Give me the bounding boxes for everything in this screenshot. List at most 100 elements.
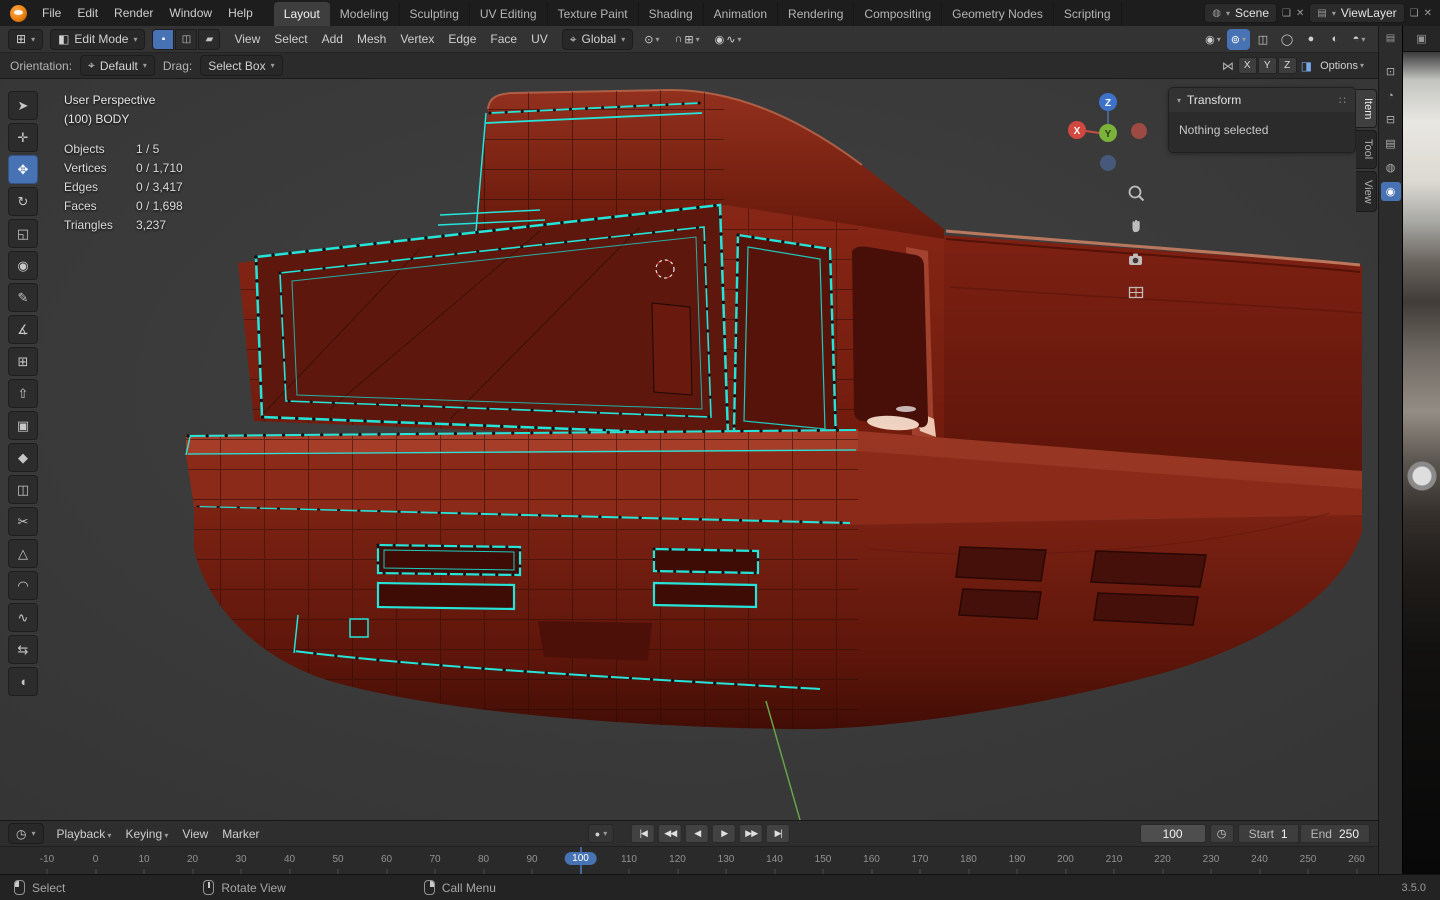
close-scene-icon[interactable]: ✕ [1296, 8, 1304, 19]
sidebar-tab-view[interactable]: View [1356, 170, 1377, 213]
timeline-menu-keying[interactable]: Keying ▾ [118, 824, 175, 844]
tool-rotate[interactable]: ↻ [8, 187, 38, 216]
gizmo-neg-z-axis[interactable] [1100, 155, 1116, 171]
properties-tab-render[interactable]: ◔ [1381, 86, 1401, 105]
properties-tab-world[interactable]: ◉ [1380, 182, 1401, 201]
tool-cursor[interactable]: ✛ [8, 123, 38, 152]
copy-scene-icon[interactable]: ❏ [1282, 8, 1291, 19]
tool-measure[interactable]: ∡ [8, 315, 38, 344]
viewport-menu-select[interactable]: Select [267, 29, 314, 49]
snap-button[interactable]: ∩ ⊞ ▾ [670, 29, 703, 50]
workspace-tab-geometry-nodes[interactable]: Geometry Nodes [942, 2, 1054, 26]
tool-knife[interactable]: ✂ [8, 507, 38, 536]
navigation-gizmo[interactable]: Z X Y [1066, 91, 1150, 175]
shading-solid-button[interactable]: ● [1300, 29, 1322, 50]
tool-loop-cut[interactable]: ◫ [8, 475, 38, 504]
viewport-menu-mesh[interactable]: Mesh [350, 29, 393, 49]
tool-bevel[interactable]: ◆ [8, 443, 38, 472]
edge-select-mode-button[interactable]: ◫ [175, 28, 198, 50]
tool-scale[interactable]: ◱ [8, 219, 38, 248]
auto-keying-toggle[interactable]: ● ▾ [587, 824, 615, 843]
transform-orientation-selector[interactable]: ⌖ Global ▾ [561, 28, 634, 50]
tool-smooth[interactable]: ∿ [8, 603, 38, 632]
tool-poly-build[interactable]: △ [8, 539, 38, 568]
scene-selector[interactable]: ◍ ▾ Scene [1204, 3, 1277, 23]
proportional-editing-button[interactable]: ◉ ∿ ▾ [711, 29, 746, 50]
play-button[interactable]: ▶ [712, 824, 737, 843]
use-preview-range-button[interactable]: ◷ [1209, 824, 1234, 843]
properties-editor-icon[interactable]: ▤ [1386, 33, 1395, 44]
face-select-mode-button[interactable]: ▰ [198, 28, 221, 50]
workspace-tab-compositing[interactable]: Compositing [854, 2, 943, 26]
current-frame-badge[interactable]: 100 [564, 852, 597, 865]
menu-file[interactable]: File [34, 3, 69, 23]
blender-logo-icon[interactable] [10, 4, 27, 22]
tool-spin[interactable]: ◠ [8, 571, 38, 600]
properties-tab-scene[interactable]: ◍ [1381, 158, 1401, 177]
tool-extrude-region[interactable]: ⇧ [8, 379, 38, 408]
menu-edit[interactable]: Edit [69, 3, 106, 23]
timeline-editor-selector[interactable]: ◷ ▾ [8, 823, 44, 844]
viewport-menu-add[interactable]: Add [315, 29, 350, 49]
workspace-tab-layout[interactable]: Layout [273, 2, 330, 26]
show-gizmo-button[interactable]: ◉ ▾ [1201, 29, 1225, 50]
tool-add-cube[interactable]: ⊞ [8, 347, 38, 376]
camera-view-icon[interactable] [1126, 249, 1146, 269]
properties-tab-view-layer[interactable]: ▤ [1381, 134, 1401, 153]
axis-toggle-x[interactable]: X [1237, 57, 1257, 74]
close-viewlayer-icon[interactable]: ✕ [1424, 8, 1432, 19]
orientation-dropdown[interactable]: ⌖ Default ▾ [80, 55, 155, 76]
jump-to-start-button[interactable]: |◀ [631, 824, 656, 843]
gizmo-neg-x-axis[interactable] [1131, 123, 1147, 139]
frame-start-field[interactable]: Start 1 [1237, 824, 1299, 843]
tool-edge-slide[interactable]: ⇆ [8, 635, 38, 664]
mode-selector[interactable]: ◧ Edit Mode ▾ [50, 28, 146, 50]
previous-keyframe-button[interactable]: ◀◀ [658, 824, 683, 843]
show-overlays-button[interactable]: ⊚ ▾ [1226, 28, 1250, 50]
toggle-xray-button[interactable]: ◫ [1252, 29, 1274, 50]
copy-viewlayer-icon[interactable]: ❏ [1410, 8, 1419, 19]
axis-toggle-z[interactable]: Z [1277, 57, 1297, 74]
panel-grip-icon[interactable]: ∷ [1339, 94, 1347, 107]
workspace-tab-texture-paint[interactable]: Texture Paint [548, 2, 639, 26]
sidebar-tab-item[interactable]: Item [1356, 89, 1377, 129]
workspace-tab-scripting[interactable]: Scripting [1054, 2, 1122, 26]
snap-base-icon[interactable]: ◨ [1301, 59, 1312, 73]
workspace-tab-modeling[interactable]: Modeling [330, 2, 400, 26]
workspace-tab-uv-editing[interactable]: UV Editing [470, 2, 548, 26]
viewport-menu-view[interactable]: View [227, 29, 267, 49]
tool-tweak[interactable]: ➤ [8, 91, 38, 120]
tool-shrink-fatten[interactable]: ◖ [8, 667, 38, 696]
menu-help[interactable]: Help [220, 3, 261, 23]
tool-annotate[interactable]: ✎ [8, 283, 38, 312]
workspace-tab-sculpting[interactable]: Sculpting [400, 2, 470, 26]
menu-render[interactable]: Render [106, 3, 161, 23]
viewport-menu-face[interactable]: Face [483, 29, 524, 49]
tool-move[interactable]: ✥ [8, 155, 38, 184]
menu-window[interactable]: Window [161, 3, 220, 23]
image-editor-icon[interactable]: ▣ [1403, 26, 1440, 52]
next-keyframe-button[interactable]: ▶▶ [739, 824, 764, 843]
shading-wireframe-button[interactable]: ◯ [1276, 29, 1298, 50]
properties-tab-output[interactable]: ⊟ [1381, 110, 1401, 129]
mirror-icon[interactable]: ⋈ [1222, 59, 1234, 73]
workspace-tab-rendering[interactable]: Rendering [778, 2, 855, 26]
properties-tab-tool[interactable]: ⊡ [1381, 62, 1401, 81]
jump-to-end-button[interactable]: ▶| [766, 824, 791, 843]
zoom-icon[interactable] [1126, 183, 1146, 203]
editor-type-selector[interactable]: ⊞ ▾ [8, 28, 44, 50]
frame-end-field[interactable]: End 250 [1299, 824, 1370, 843]
timeline-menu-marker[interactable]: Marker [215, 824, 266, 844]
current-frame-field[interactable]: 100 [1139, 824, 1206, 843]
3d-viewport[interactable]: ➤ ✛ ✥ ↻ ◱ ◉ ✎ ∡ ⊞ ⇧ ▣ ◆ ◫ ✂ △ ◠ ∿ ⇆ ◖ User Perspective (10… [0, 79, 1378, 820]
timeline-menu-view[interactable]: View [175, 824, 215, 844]
shading-material-button[interactable]: ◐ [1324, 29, 1346, 50]
transform-panel-header[interactable]: ▾ Transform ∷ [1169, 88, 1355, 112]
options-button[interactable]: Options ▾ [1316, 55, 1368, 76]
reference-image[interactable] [1403, 52, 1440, 874]
viewport-menu-edge[interactable]: Edge [441, 29, 483, 49]
shading-rendered-button[interactable]: ◓ ▾ [1348, 29, 1370, 50]
viewport-menu-uv[interactable]: UV [524, 29, 555, 49]
viewport-menu-vertex[interactable]: Vertex [393, 29, 441, 49]
workspace-tab-shading[interactable]: Shading [639, 2, 704, 26]
